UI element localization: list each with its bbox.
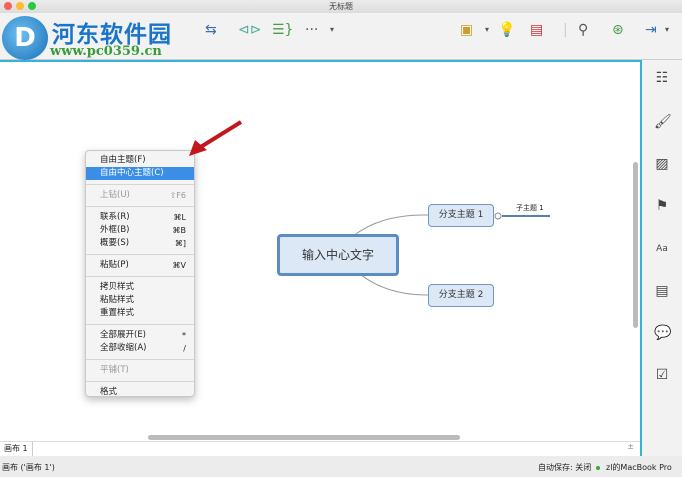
add-sheet-icon[interactable]: ± <box>627 442 634 451</box>
divider <box>86 184 194 185</box>
menu-item-boundary[interactable]: 外框(B) ⌘B <box>86 224 194 237</box>
red-arrow-annotation <box>189 120 243 156</box>
menu-label: 平铺(T) <box>100 365 129 375</box>
context-menu: 自由主题(F) 自由中心主题(C) 上钻(U) ⇧F6 联系(R) ⌘L 外框(B)… <box>85 150 195 397</box>
device-name: zl的MacBook Pro <box>606 463 672 472</box>
branch-topic-2[interactable]: 分支主题 2 <box>428 284 494 307</box>
menu-shortcut: * <box>182 331 186 340</box>
chevron-down-icon[interactable]: ▾ <box>485 21 489 39</box>
status-sheet: 画布 ('画布 1') <box>2 463 55 472</box>
menu-label: 拷贝样式 <box>100 282 135 292</box>
branch-topic-1[interactable]: 分支主题 1 <box>428 204 494 227</box>
task-icon[interactable]: ☑ <box>654 367 670 383</box>
menu-label: 概要(S) <box>100 238 130 248</box>
sheet-bar: 画布 1 ± <box>0 441 640 456</box>
relationship-icon[interactable]: ⇆ <box>205 21 217 39</box>
menu-label: 上钻(U) <box>100 190 130 200</box>
menu-label: 重置样式 <box>100 308 135 318</box>
menu-item-collapse-all[interactable]: 全部收缩(A) / <box>86 342 194 355</box>
online-dot-icon <box>596 466 600 470</box>
subtopic[interactable]: 子主题 1 <box>516 203 544 213</box>
menu-item-drill-up[interactable]: 上钻(U) ⇧F6 <box>86 189 194 202</box>
divider: | <box>563 22 568 38</box>
divider <box>86 359 194 360</box>
central-topic[interactable]: 输入中心文字 <box>277 234 399 276</box>
status-bar: 画布 ('画布 1') 自动保存: 关闭 zl的MacBook Pro <box>0 458 682 477</box>
zoom-button[interactable] <box>28 2 36 10</box>
minimize-button[interactable] <box>16 2 24 10</box>
close-button[interactable] <box>4 2 12 10</box>
menu-shortcut: ⇧F6 <box>169 191 186 200</box>
chevron-down-icon[interactable]: ▾ <box>665 21 669 39</box>
watermark-logo: D <box>2 16 48 60</box>
share-icon[interactable]: ⊛ <box>612 21 624 39</box>
lightbulb-icon[interactable]: 💡 <box>498 21 515 39</box>
divider <box>86 206 194 207</box>
menu-item-reset-style[interactable]: 重置样式 <box>86 307 194 320</box>
menu-label: 自由主题(F) <box>100 155 146 165</box>
menu-label: 外框(B) <box>100 225 130 235</box>
menu-label: 粘贴(P) <box>100 260 129 270</box>
menu-shortcut: ⌘B <box>172 226 187 235</box>
search-icon[interactable]: ⚲ <box>578 21 588 39</box>
menu-item-format[interactable]: 格式 <box>86 386 194 399</box>
watermark-url: www.pc0359.cn <box>50 44 162 59</box>
divider <box>86 276 194 277</box>
comment-icon[interactable]: 💬 <box>654 325 671 341</box>
right-sidebar: ☷ 🖌 ▨ ⚑ Aa ▤ 💬 ☑ <box>642 60 682 456</box>
menu-shortcut: ⌘V <box>172 261 186 270</box>
menu-label: 全部收缩(A) <box>100 343 147 353</box>
menu-shortcut: / <box>183 344 186 353</box>
menu-label: 格式 <box>100 387 118 397</box>
title-bar: 无标题 <box>0 0 682 13</box>
outline-icon[interactable]: ▤ <box>530 21 543 39</box>
more-button[interactable]: ··· <box>305 21 318 39</box>
presentation-icon[interactable]: ▣ <box>460 21 473 39</box>
horizontal-scrollbar[interactable] <box>148 435 460 440</box>
menu-label: 粘贴样式 <box>100 295 135 305</box>
menu-shortcut: ⌘L <box>173 213 186 222</box>
text-style-icon[interactable]: Aa <box>654 241 670 257</box>
export-icon[interactable]: ⇥ <box>645 21 657 39</box>
menu-item-tile[interactable]: 平铺(T) <box>86 364 194 377</box>
menu-item-free-central-topic[interactable]: 自由中心主题(C) <box>86 167 194 180</box>
menu-item-relationship[interactable]: 联系(R) ⌘L <box>86 211 194 224</box>
notes-icon[interactable]: ▤ <box>654 283 670 299</box>
menu-shortcut: ⌘] <box>174 239 186 248</box>
menu-item-copy-style[interactable]: 拷贝样式 <box>86 281 194 294</box>
menu-item-expand-all[interactable]: 全部展开(E) * <box>86 329 194 342</box>
image-icon[interactable]: ▨ <box>654 156 670 172</box>
boundary-icon[interactable]: ⊲⊳ <box>238 21 261 39</box>
chevron-down-icon[interactable]: ▾ <box>330 21 334 39</box>
menu-item-paste[interactable]: 粘贴(P) ⌘V <box>86 259 194 272</box>
outliner-icon[interactable]: ☷ <box>654 70 670 86</box>
divider <box>86 324 194 325</box>
divider <box>86 254 194 255</box>
menu-label: 自由中心主题(C) <box>100 168 164 178</box>
flag-icon[interactable]: ⚑ <box>654 198 670 214</box>
menu-item-free-topic[interactable]: 自由主题(F) <box>86 154 194 167</box>
window-title: 无标题 <box>329 2 353 11</box>
autosave-status[interactable]: 自动保存: 关闭 <box>538 458 591 477</box>
divider <box>86 381 194 382</box>
format-brush-icon[interactable]: 🖌 <box>654 114 672 130</box>
summary-icon[interactable]: ☰} <box>272 21 293 39</box>
vertical-scrollbar[interactable] <box>633 162 638 328</box>
menu-label: 全部展开(E) <box>100 330 147 340</box>
menu-item-paste-style[interactable]: 粘贴样式 <box>86 294 194 307</box>
menu-label: 联系(R) <box>100 212 130 222</box>
sheet-tab[interactable]: 画布 1 <box>0 442 33 456</box>
menu-item-summary[interactable]: 概要(S) ⌘] <box>86 237 194 250</box>
